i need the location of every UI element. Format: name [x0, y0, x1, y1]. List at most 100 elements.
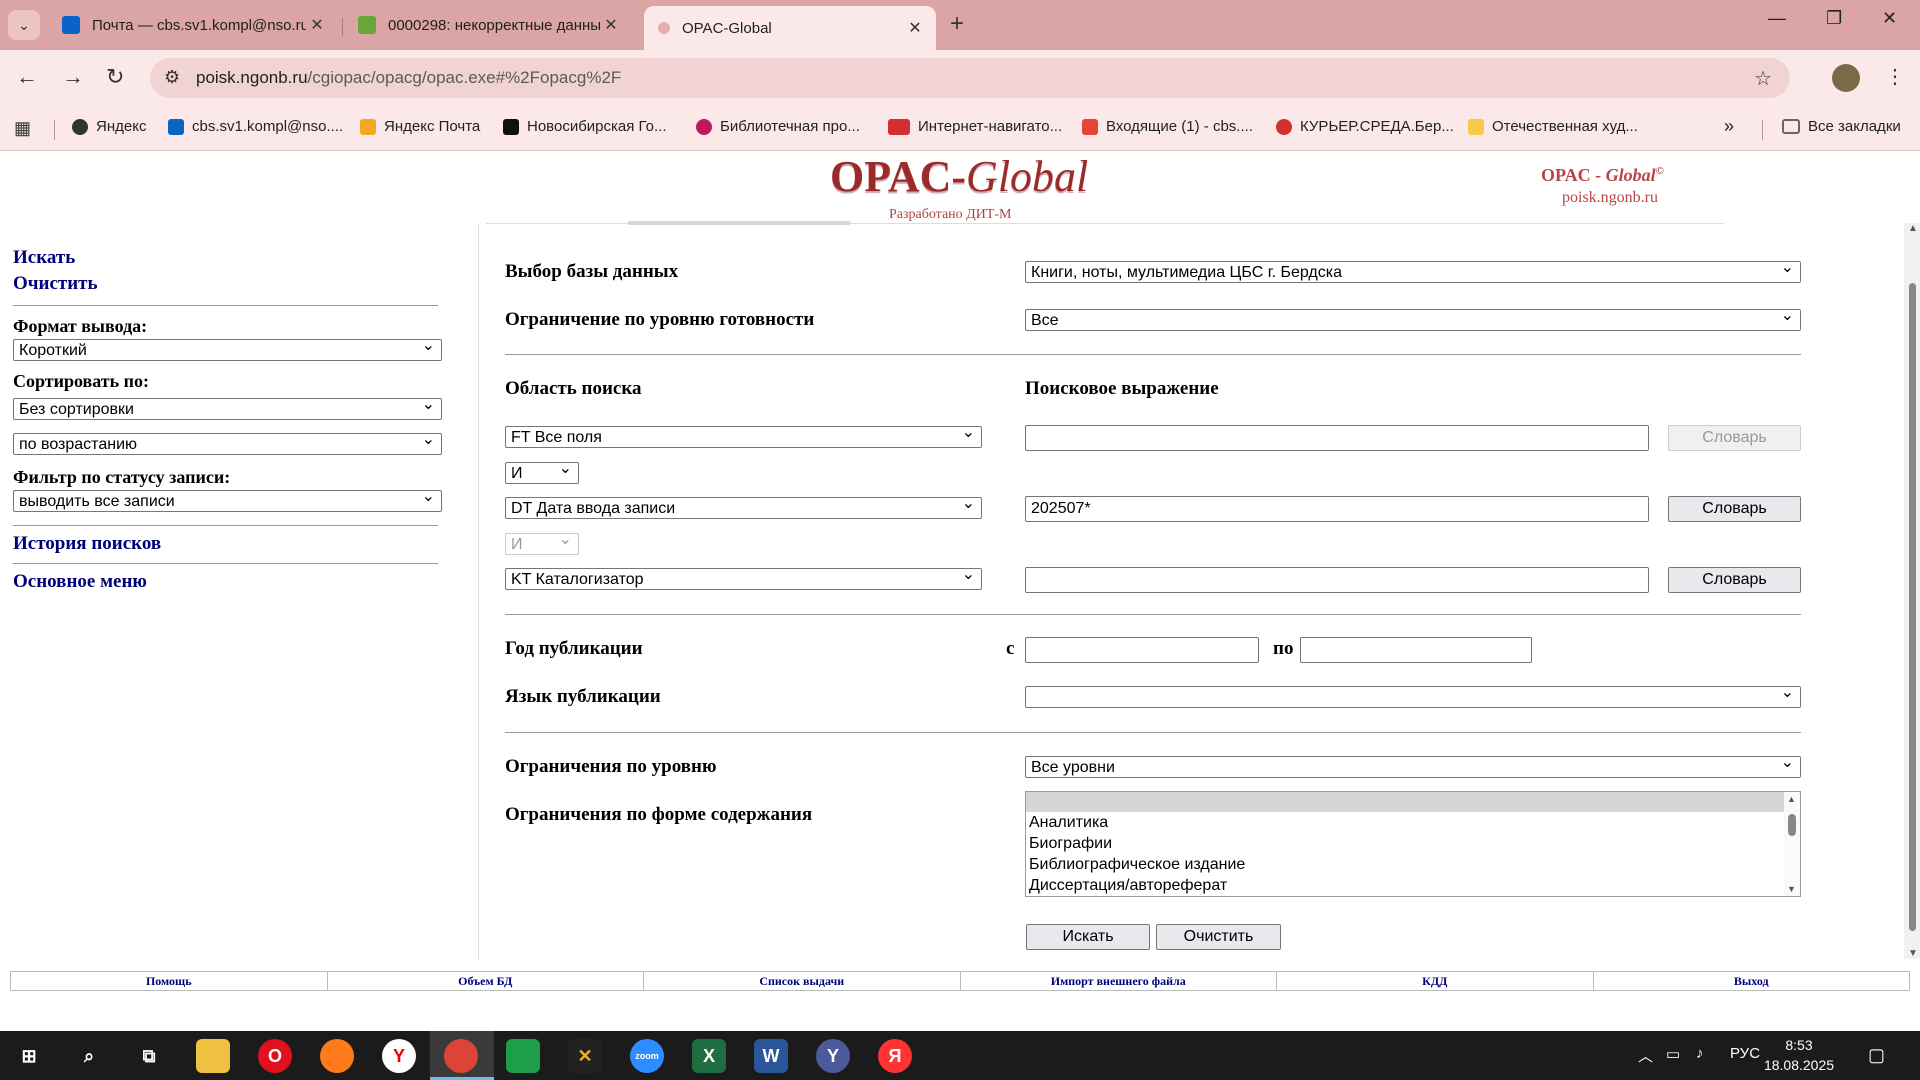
- excel-icon[interactable]: X: [692, 1039, 726, 1073]
- dictionary-button-3[interactable]: Словарь: [1668, 567, 1801, 593]
- search-button[interactable]: Искать: [1026, 924, 1150, 950]
- footer-kdd-link[interactable]: КДД: [1277, 972, 1594, 990]
- tray-chevron-icon[interactable]: ︿: [1638, 1045, 1653, 1066]
- search-history-link[interactable]: История поисков: [13, 533, 161, 555]
- forward-icon[interactable]: →: [62, 64, 84, 90]
- window-close-icon[interactable]: ✕: [1882, 8, 1897, 29]
- minimize-icon[interactable]: —: [1768, 8, 1786, 29]
- list-item[interactable]: Биографии: [1026, 833, 1800, 854]
- zoom-icon[interactable]: zoom: [630, 1039, 664, 1073]
- language-select[interactable]: [1025, 686, 1801, 708]
- bookmark-literature[interactable]: Отечественная худ...: [1468, 118, 1638, 135]
- close-icon[interactable]: ✕: [306, 15, 328, 35]
- db-select[interactable]: Книги, ноты, мультимедиа ЦБС г. Бердска: [1025, 261, 1801, 283]
- reload-icon[interactable]: ↻: [106, 64, 124, 90]
- tab-title: OPAC-Global: [682, 19, 772, 37]
- list-item[interactable]: Диссертация/автореферат: [1026, 875, 1800, 896]
- gmail-icon: [1082, 118, 1098, 135]
- close-icon[interactable]: ✕: [904, 18, 926, 38]
- year-to-input[interactable]: [1300, 637, 1532, 663]
- footer-issue-list-link[interactable]: Список выдачи: [644, 972, 961, 990]
- main-menu-link[interactable]: Основное меню: [13, 571, 147, 593]
- search-area-label: Область поиска: [505, 378, 642, 399]
- bookmark-navigator[interactable]: Интернет-навигато...: [888, 118, 1062, 135]
- sort-select[interactable]: Без сортировки: [13, 398, 442, 420]
- back-icon[interactable]: ←: [16, 64, 38, 90]
- apps-grid-icon[interactable]: ▦: [14, 118, 31, 139]
- format-select[interactable]: Короткий: [13, 339, 442, 361]
- menu-icon[interactable]: ⋮: [1885, 64, 1905, 89]
- operator-select-2[interactable]: И: [505, 533, 579, 555]
- yammer-icon[interactable]: Y: [816, 1039, 850, 1073]
- site-info-icon[interactable]: ⚙: [164, 67, 180, 88]
- bookmark-novosibirsk[interactable]: Новосибирская Го...: [503, 118, 667, 135]
- year-from-input[interactable]: [1025, 637, 1259, 663]
- yandex-icon[interactable]: Я: [878, 1039, 912, 1073]
- search-input-3[interactable]: [1025, 567, 1649, 593]
- search-input-2[interactable]: 202507*: [1025, 496, 1649, 522]
- operator-select-1[interactable]: И: [505, 462, 579, 484]
- bookmark-gmail[interactable]: Входящие (1) - cbs....: [1082, 118, 1253, 135]
- footer-db-volume-link[interactable]: Объем БД: [328, 972, 644, 990]
- tab-search-button[interactable]: ⌄: [8, 10, 40, 40]
- status-filter-select[interactable]: выводить все записи: [13, 490, 442, 512]
- page-scrollbar[interactable]: ▲ ▼: [1904, 223, 1920, 959]
- restore-icon[interactable]: ❐: [1826, 8, 1842, 29]
- volume-icon[interactable]: ♪: [1696, 1045, 1704, 1062]
- notes-icon[interactable]: [506, 1039, 540, 1073]
- sidebar: Искать Очистить Формат вывода: Короткий …: [0, 223, 479, 959]
- address-bar[interactable]: ⚙ poisk.ngonb.ru/cgiopac/opacg/opac.exe#…: [150, 58, 1790, 98]
- sidebar-clear-link[interactable]: Очистить: [13, 273, 98, 295]
- search-field-select-1[interactable]: FT Все поля: [505, 426, 982, 448]
- list-item[interactable]: Аналитика: [1026, 812, 1800, 833]
- footer-help-link[interactable]: Помощь: [11, 972, 328, 990]
- bookmark-kurier[interactable]: КУРЬЕР.СРЕДА.Бер...: [1276, 118, 1454, 135]
- search-icon[interactable]: ⌕: [72, 1039, 106, 1073]
- bookmark-library[interactable]: Библиотечная про...: [696, 118, 860, 135]
- list-item[interactable]: [1026, 792, 1800, 812]
- clear-button[interactable]: Очистить: [1156, 924, 1281, 950]
- bookmark-yandex[interactable]: Яндекс: [72, 118, 146, 135]
- network-icon[interactable]: ▭: [1666, 1045, 1680, 1063]
- flag-icon: [503, 118, 519, 135]
- clock[interactable]: 8:53 18.08.2025: [1754, 1035, 1844, 1075]
- word-icon[interactable]: W: [754, 1039, 788, 1073]
- bookmark-mail[interactable]: cbs.sv1.kompl@nso....: [168, 118, 343, 135]
- sort-order-select[interactable]: по возрастанию: [13, 433, 442, 455]
- chrome-icon[interactable]: [444, 1039, 478, 1073]
- bookmark-star-icon[interactable]: ☆: [1754, 66, 1772, 91]
- search-input-1[interactable]: [1025, 425, 1649, 451]
- search-field-select-2[interactable]: DT Дата ввода записи: [505, 497, 982, 519]
- task-view-icon[interactable]: ⧉: [132, 1039, 166, 1073]
- content-form-listbox[interactable]: Аналитика Биографии Библиографическое из…: [1025, 791, 1801, 897]
- close-icon[interactable]: ✕: [600, 15, 622, 35]
- start-icon[interactable]: ⊞: [12, 1039, 46, 1073]
- library-icon: [696, 118, 712, 135]
- level-select[interactable]: Все уровни: [1025, 756, 1801, 778]
- sidebar-search-link[interactable]: Искать: [13, 247, 75, 269]
- bookmark-yandex-mail[interactable]: Яндекс Почта: [360, 118, 480, 135]
- listbox-scrollbar[interactable]: ▲ ▼: [1784, 792, 1800, 896]
- list-item[interactable]: Библиографическое издание: [1026, 854, 1800, 875]
- dictionary-button-1[interactable]: Словарь: [1668, 425, 1801, 451]
- yandex-browser-icon[interactable]: Y: [382, 1039, 416, 1073]
- profile-avatar[interactable]: [1832, 64, 1860, 92]
- file-explorer-icon[interactable]: [196, 1039, 230, 1073]
- tools-icon[interactable]: ✕: [568, 1039, 602, 1073]
- footer-exit-link[interactable]: Выход: [1594, 972, 1910, 990]
- readiness-select[interactable]: Все: [1025, 309, 1801, 331]
- tab-mail[interactable]: Почта — cbs.sv1.kompl@nso.ru ✕: [48, 8, 338, 42]
- search-field-select-3[interactable]: KT Каталогизатор: [505, 568, 982, 590]
- rnb-icon: [888, 118, 910, 135]
- firefox-icon[interactable]: [320, 1039, 354, 1073]
- dictionary-button-2[interactable]: Словарь: [1668, 496, 1801, 522]
- notifications-icon[interactable]: ▢: [1868, 1045, 1885, 1066]
- tab-opac[interactable]: OPAC-Global ✕: [644, 6, 936, 50]
- new-tab-button[interactable]: +: [950, 10, 964, 38]
- footer-import-link[interactable]: Импорт внешнего файла: [961, 972, 1277, 990]
- opera-icon[interactable]: O: [258, 1039, 292, 1073]
- tab-bug[interactable]: 0000298: некорректные данные ✕: [344, 8, 632, 42]
- all-bookmarks[interactable]: Все закладки: [1782, 118, 1901, 135]
- footer-nav: Помощь Объем БД Список выдачи Импорт вне…: [10, 971, 1910, 991]
- more-bookmarks-icon[interactable]: »: [1724, 116, 1734, 137]
